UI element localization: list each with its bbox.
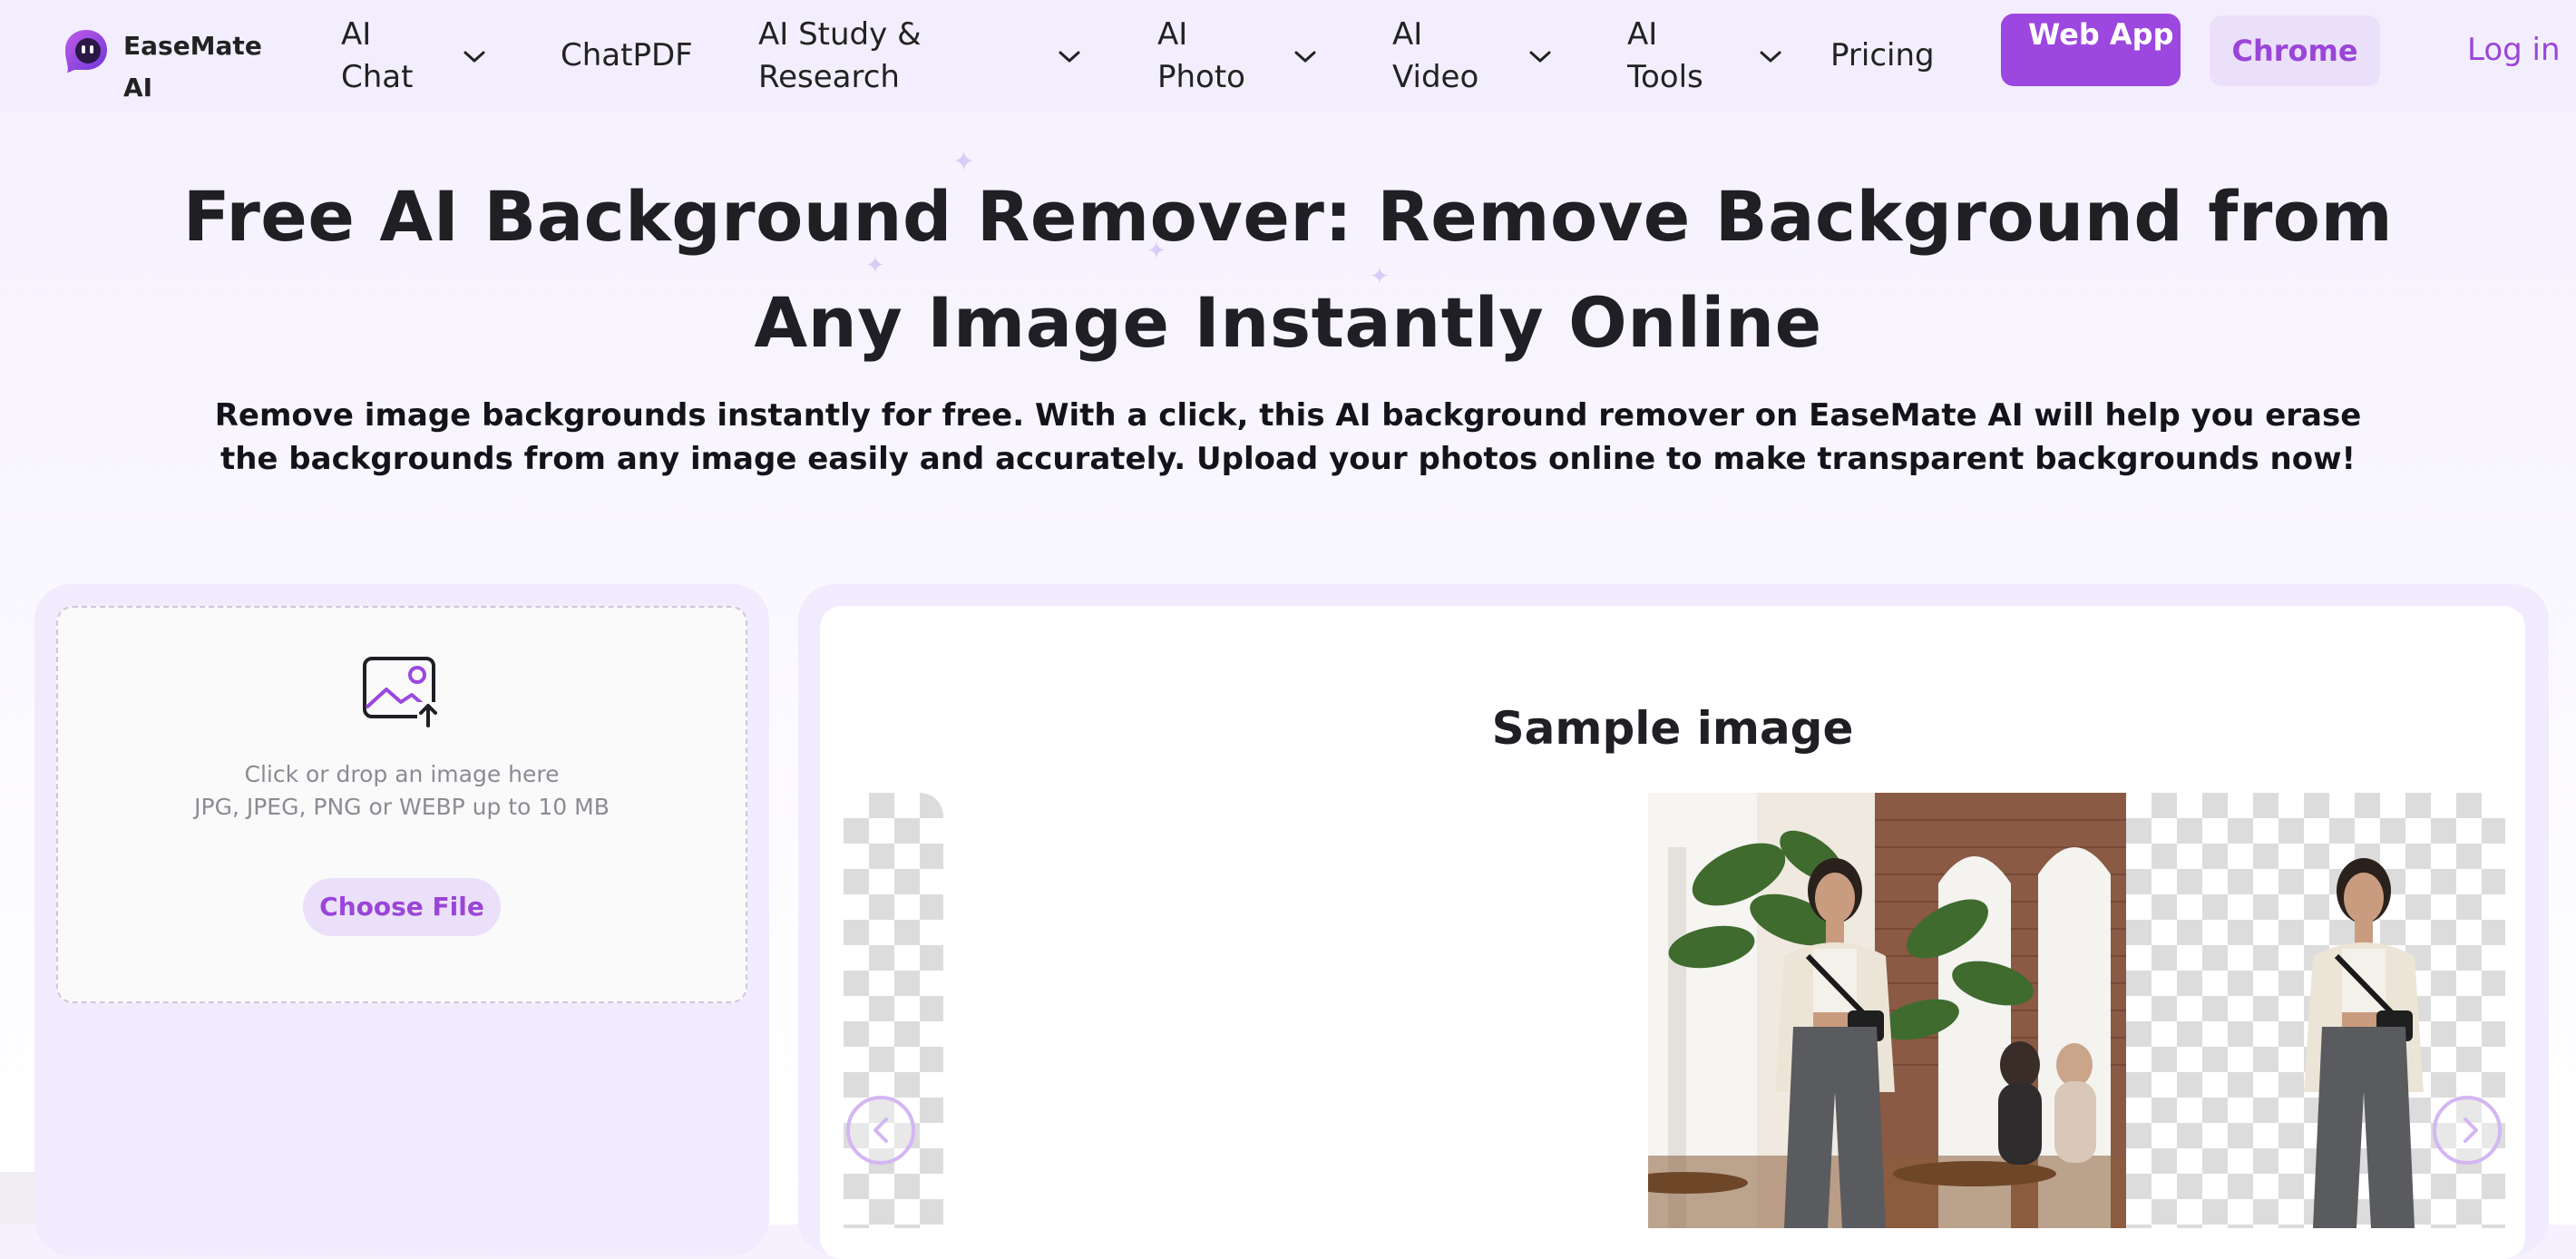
sample-result-transparent[interactable] bbox=[2126, 793, 2505, 1228]
nav-ai-photo-label: AI Photo bbox=[1157, 16, 1245, 95]
nav-pricing[interactable]: Pricing bbox=[1830, 34, 1935, 77]
nav-ai-tools[interactable]: AI Tools bbox=[1627, 14, 1781, 99]
chevron-down-icon bbox=[463, 51, 485, 63]
page-title: Free AI Background Remover: Remove Backg… bbox=[182, 176, 2394, 363]
login-link[interactable]: Log in bbox=[2467, 27, 2561, 73]
page-subtitle: Remove image backgrounds instantly for f… bbox=[214, 397, 2362, 477]
sample-result-cutout bbox=[2304, 858, 2424, 1228]
supported-formats-text: JPG, JPEG, PNG or WEBP up to 10 MB bbox=[194, 794, 610, 820]
chevron-down-icon bbox=[1059, 51, 1080, 63]
sample-original-photo-illustration bbox=[1648, 793, 2127, 1228]
brand-name: EaseMate AI bbox=[123, 31, 262, 102]
drop-hint-text: Click or drop an image here bbox=[244, 761, 560, 787]
nav-ai-chat-label: AI Chat bbox=[341, 16, 414, 95]
nav-ai-photo[interactable]: AI Photo bbox=[1157, 14, 1316, 99]
chevron-down-icon bbox=[1294, 51, 1316, 63]
carousel-prev-button[interactable] bbox=[846, 1096, 915, 1165]
web-app-button[interactable]: Web App bbox=[2001, 14, 2181, 86]
transparent-preview-slide bbox=[844, 793, 943, 1228]
sample-original-photo[interactable] bbox=[1648, 793, 2127, 1228]
page-edge-shadow bbox=[0, 1172, 36, 1225]
image-upload-icon bbox=[363, 657, 439, 727]
chrome-button[interactable]: Chrome bbox=[2210, 15, 2380, 86]
sample-image-title: Sample image bbox=[1491, 702, 1854, 755]
nav-ai-study-label: AI Study & Research bbox=[758, 16, 922, 95]
nav-ai-chat[interactable]: AI Chat bbox=[341, 14, 485, 99]
nav-chatpdf-label: ChatPDF bbox=[561, 37, 693, 73]
nav-ai-study-research[interactable]: AI Study & Research bbox=[758, 14, 1080, 99]
nav-chatpdf[interactable]: ChatPDF bbox=[561, 34, 693, 77]
nav-ai-tools-label: AI Tools bbox=[1627, 16, 1703, 95]
chevron-down-icon bbox=[1529, 51, 1551, 63]
top-navigation-bar: EaseMate AI AI Chat ChatPDF AI Study & R… bbox=[0, 0, 2576, 112]
easemate-logo-icon bbox=[65, 30, 107, 73]
brand-logo[interactable]: EaseMate AI bbox=[63, 25, 268, 109]
nav-ai-video-label: AI Video bbox=[1392, 16, 1479, 95]
chevron-down-icon bbox=[1760, 51, 1781, 63]
chevron-left-icon bbox=[873, 1117, 888, 1143]
carousel-next-button[interactable] bbox=[2433, 1096, 2502, 1165]
choose-file-button[interactable]: Choose File bbox=[303, 878, 501, 936]
chevron-right-icon bbox=[2464, 1117, 2478, 1143]
nav-ai-video[interactable]: AI Video bbox=[1392, 14, 1551, 99]
nav-pricing-label: Pricing bbox=[1830, 37, 1935, 73]
